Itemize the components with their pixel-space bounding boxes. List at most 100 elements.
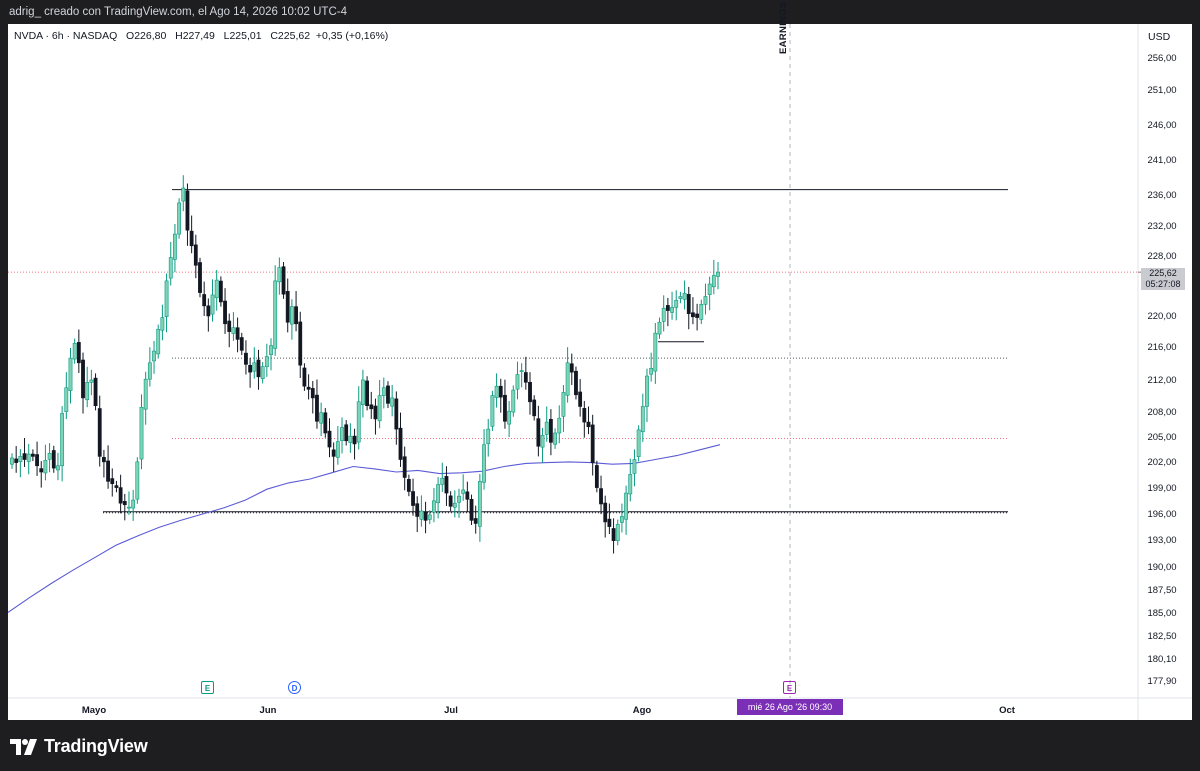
candle-body [231,327,236,334]
candle-body [18,456,23,463]
price-chart[interactable] [8,24,1192,720]
candle-body [135,461,140,500]
time-tick-label: Ago [632,705,652,716]
candle-body [569,363,574,373]
candle-body [47,452,52,460]
candle-body [114,485,119,488]
tradingview-logo-icon [10,738,37,755]
candle-body [244,352,248,365]
high-value: 227,49 [182,30,215,42]
candle-body [477,481,482,527]
price-tick-label: 205,00 [1147,432,1177,443]
candle-body [536,418,541,447]
candle-body [361,379,365,405]
candle-body [448,495,453,507]
candle-body [653,332,658,372]
candle-body [411,491,415,506]
candle-body [469,498,474,521]
price-tick-label: 216,00 [1147,342,1177,353]
candle-body [373,405,378,420]
candle-body [76,342,81,364]
candle-body [586,421,591,428]
price-tick-label: 196,00 [1147,509,1177,520]
candle-body [553,432,557,445]
candle-body [523,372,528,383]
candle-body [678,296,683,299]
candle-body [298,321,303,366]
candle-body [218,280,223,303]
candle-body [624,492,628,520]
candle-body [164,280,169,317]
candle-body [173,233,177,260]
chart-panel[interactable]: NVDA · 6h · NASDAQ O226,80 H227,49 L225,… [8,1,1192,720]
price-tick-label: 202,00 [1147,457,1177,468]
candle-body [607,518,612,527]
price-tick-label: 220,00 [1147,311,1177,322]
candle-body [177,202,182,235]
tradingview-logo[interactable]: TradingView [10,736,148,757]
candle-body [252,362,257,372]
earnings-label: EARNINGS [778,1,789,54]
candle-body [269,345,273,355]
dividend-event-icon[interactable]: D [288,681,301,694]
candle-body [139,406,144,460]
candle-body [315,394,319,422]
price-tick-label: 228,00 [1147,251,1177,262]
candle-body [223,300,227,325]
price-tick-label: 187,50 [1147,585,1177,596]
candle-body [640,406,645,433]
price-tick-label: 182,50 [1147,631,1177,642]
candle-body [457,495,461,503]
candle-body [72,342,77,360]
candle-body [590,424,595,463]
low-value: 225,01 [229,30,262,42]
candle-body [327,430,332,448]
candle-body [578,391,583,407]
candle-body [68,357,73,391]
price-tick-label: 256,00 [1147,53,1177,64]
candle-body [81,359,85,399]
candle-body [561,392,566,417]
candle-body [352,435,357,445]
candle-body [97,408,102,457]
candle-body [390,397,395,407]
candle-body [582,408,587,423]
candle-body [235,327,240,340]
candle-body [248,364,253,373]
candle-body [691,312,695,318]
time-tick-label: Jul [444,705,458,716]
bar-countdown: 05:27:08 [1145,279,1181,289]
earnings-event-icon[interactable]: E [201,681,214,694]
candle-body [649,367,654,375]
brand-name: TradingView [44,736,148,756]
candle-body [565,362,570,396]
time-tick-label: Oct [999,705,1015,716]
candle-body [277,267,282,283]
candle-body [256,359,261,378]
candle-body [611,528,616,541]
candle-body [574,370,578,396]
candle-body [239,337,244,351]
high-label: H [175,30,183,42]
price-tick-label: 212,00 [1147,375,1177,386]
candle-body [206,305,211,317]
candle-body [302,367,307,387]
price-tick-label: 208,00 [1147,407,1177,418]
candle-body [398,427,403,460]
candle-body [181,187,186,202]
last-price-tag: 225,62 05:27:08 [1141,268,1185,290]
close-label: C [270,30,278,42]
candle-body [64,387,69,412]
candle-body [594,465,599,488]
currency-label[interactable]: USD [1148,31,1170,43]
candle-body [60,413,65,467]
candle-body [85,381,90,401]
candle-body [528,381,532,403]
candle-body [93,377,98,407]
time-tick-label: Mayo [81,705,107,716]
candle-body [294,306,298,325]
candle-body [632,459,637,474]
upcoming-earnings-icon[interactable]: E [783,681,796,694]
candle-body [461,489,466,494]
candle-body [557,417,562,434]
